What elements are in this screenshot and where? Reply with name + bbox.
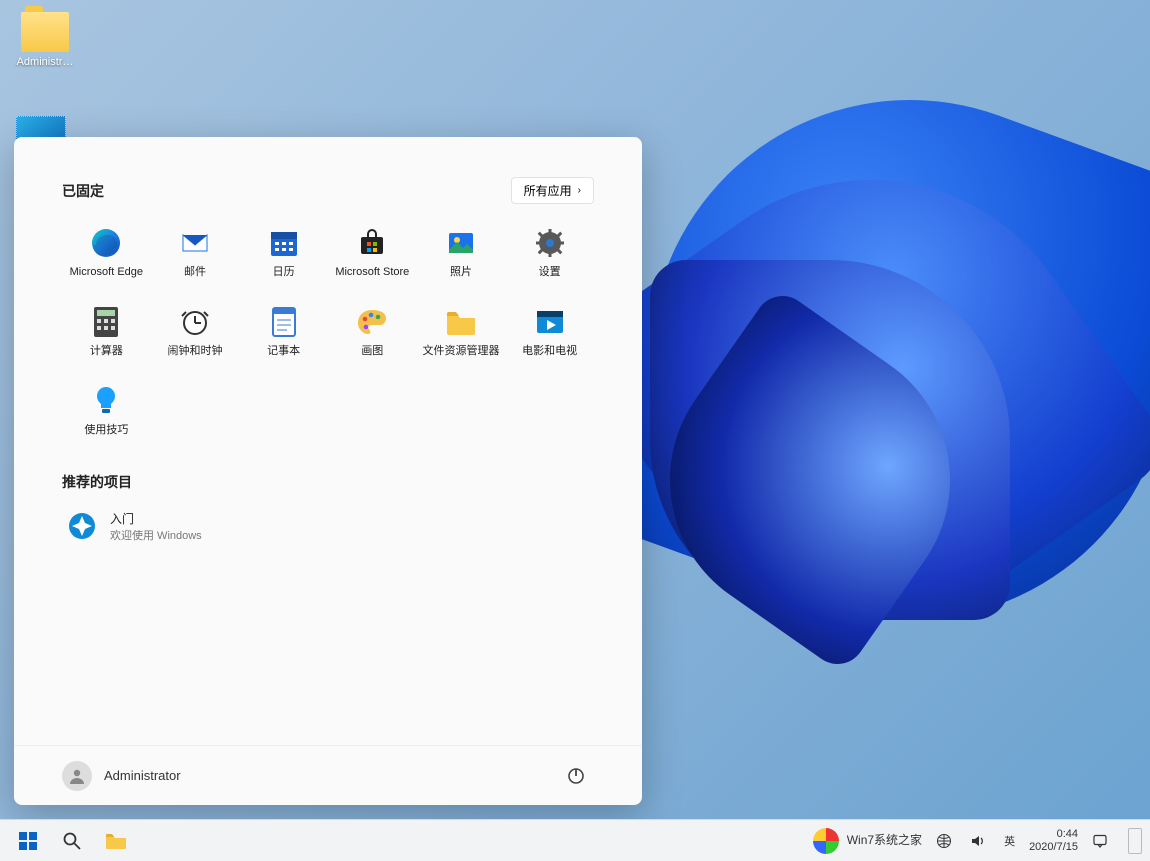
pinned-app-store[interactable]: Microsoft Store bbox=[328, 220, 417, 285]
recommended-item-getstarted[interactable]: 入门 欢迎使用 Windows bbox=[62, 502, 594, 551]
show-desktop-button[interactable] bbox=[1128, 828, 1142, 854]
watermark-logo-icon bbox=[813, 828, 839, 854]
taskbar-clock[interactable]: 0:44 2020/7/15 bbox=[1029, 828, 1078, 853]
pinned-app-label: 照片 bbox=[450, 266, 472, 279]
taskbar-explorer[interactable] bbox=[96, 824, 136, 858]
power-button[interactable] bbox=[558, 758, 594, 794]
pinned-title: 已固定 bbox=[62, 181, 104, 201]
desktop-icon-folder[interactable]: Administr… bbox=[10, 12, 80, 68]
recommended-title: 推荐的项目 bbox=[62, 472, 594, 492]
folder-icon bbox=[444, 305, 478, 339]
lightbulb-icon bbox=[89, 384, 123, 418]
pinned-app-label: 设置 bbox=[539, 266, 561, 279]
watermark-text: Win7系统之家 bbox=[847, 833, 922, 847]
avatar-icon bbox=[62, 761, 92, 791]
desktop-icon-label: Administr… bbox=[10, 56, 80, 68]
user-account-button[interactable]: Administrator bbox=[62, 761, 181, 791]
pinned-app-notepad[interactable]: 记事本 bbox=[239, 299, 328, 364]
pinned-app-settings[interactable]: 设置 bbox=[505, 220, 594, 285]
pinned-app-calendar[interactable]: 日历 bbox=[239, 220, 328, 285]
ime-label: 英 bbox=[1004, 836, 1015, 848]
calendar-icon bbox=[267, 226, 301, 260]
windows-logo-icon bbox=[18, 831, 38, 851]
pinned-app-alarm[interactable]: 闹钟和时钟 bbox=[151, 299, 240, 364]
tray-volume-icon[interactable] bbox=[966, 831, 990, 851]
pinned-app-label: 使用技巧 bbox=[84, 424, 128, 437]
start-menu-footer: Administrator bbox=[14, 745, 642, 805]
pinned-grid: Microsoft Edge 邮件 日历 bbox=[62, 220, 594, 444]
pinned-app-movies[interactable]: 电影和电视 bbox=[505, 299, 594, 364]
pinned-app-label: 邮件 bbox=[184, 266, 206, 279]
tray-network-icon[interactable] bbox=[932, 831, 956, 851]
all-apps-button[interactable]: 所有应用 › bbox=[511, 177, 594, 204]
start-menu: 已固定 所有应用 › Microsoft Edge bbox=[14, 137, 642, 805]
chevron-right-icon: › bbox=[578, 185, 581, 196]
recommended-section: 推荐的项目 入门 欢迎使用 Windows bbox=[62, 472, 594, 551]
pinned-header: 已固定 所有应用 › bbox=[62, 177, 594, 204]
pinned-app-label: 记事本 bbox=[267, 345, 300, 358]
pinned-app-label: 计算器 bbox=[90, 345, 123, 358]
palette-icon bbox=[355, 305, 389, 339]
tray-ime[interactable]: 英 bbox=[1000, 831, 1019, 851]
recommended-item-title: 入门 bbox=[110, 510, 202, 527]
pinned-app-label: 电影和电视 bbox=[522, 345, 577, 358]
pinned-app-label: Microsoft Store bbox=[335, 266, 409, 279]
gear-icon bbox=[533, 226, 567, 260]
clock-icon bbox=[178, 305, 212, 339]
edge-icon bbox=[89, 226, 123, 260]
pinned-app-label: 画图 bbox=[361, 345, 383, 358]
user-name: Administrator bbox=[104, 768, 181, 783]
search-icon bbox=[62, 831, 82, 851]
store-icon bbox=[355, 226, 389, 260]
notepad-icon bbox=[267, 305, 301, 339]
photos-icon bbox=[444, 226, 478, 260]
pinned-app-paint[interactable]: 画图 bbox=[328, 299, 417, 364]
search-button[interactable] bbox=[52, 824, 92, 858]
pinned-app-label: 日历 bbox=[273, 266, 295, 279]
mail-icon bbox=[178, 226, 212, 260]
get-started-icon bbox=[66, 510, 98, 542]
movies-icon bbox=[533, 305, 567, 339]
pinned-app-label: Microsoft Edge bbox=[70, 266, 143, 279]
folder-icon bbox=[105, 831, 127, 851]
pinned-app-label: 闹钟和时钟 bbox=[167, 345, 222, 358]
clock-date: 2020/7/15 bbox=[1029, 841, 1078, 854]
calculator-icon bbox=[89, 305, 123, 339]
all-apps-label: 所有应用 bbox=[524, 182, 572, 199]
power-icon bbox=[567, 767, 585, 785]
start-button[interactable] bbox=[8, 824, 48, 858]
pinned-app-label: 文件资源管理器 bbox=[422, 345, 499, 358]
pinned-app-explorer[interactable]: 文件资源管理器 bbox=[417, 299, 506, 364]
watermark: Win7系统之家 bbox=[813, 828, 922, 854]
pinned-app-photos[interactable]: 照片 bbox=[417, 220, 506, 285]
pinned-app-calculator[interactable]: 计算器 bbox=[62, 299, 151, 364]
taskbar: Win7系统之家 英 0:44 2020/7/15 bbox=[0, 819, 1150, 861]
pinned-app-tips[interactable]: 使用技巧 bbox=[62, 378, 151, 443]
desktop: Administr… 已固定 所有应用 › Microsoft Edge bbox=[0, 0, 1150, 861]
tray-notifications-icon[interactable] bbox=[1088, 831, 1112, 851]
pinned-app-mail[interactable]: 邮件 bbox=[151, 220, 240, 285]
clock-time: 0:44 bbox=[1029, 828, 1078, 841]
recommended-item-subtitle: 欢迎使用 Windows bbox=[110, 527, 202, 543]
folder-icon bbox=[21, 12, 69, 52]
pinned-app-edge[interactable]: Microsoft Edge bbox=[62, 220, 151, 285]
